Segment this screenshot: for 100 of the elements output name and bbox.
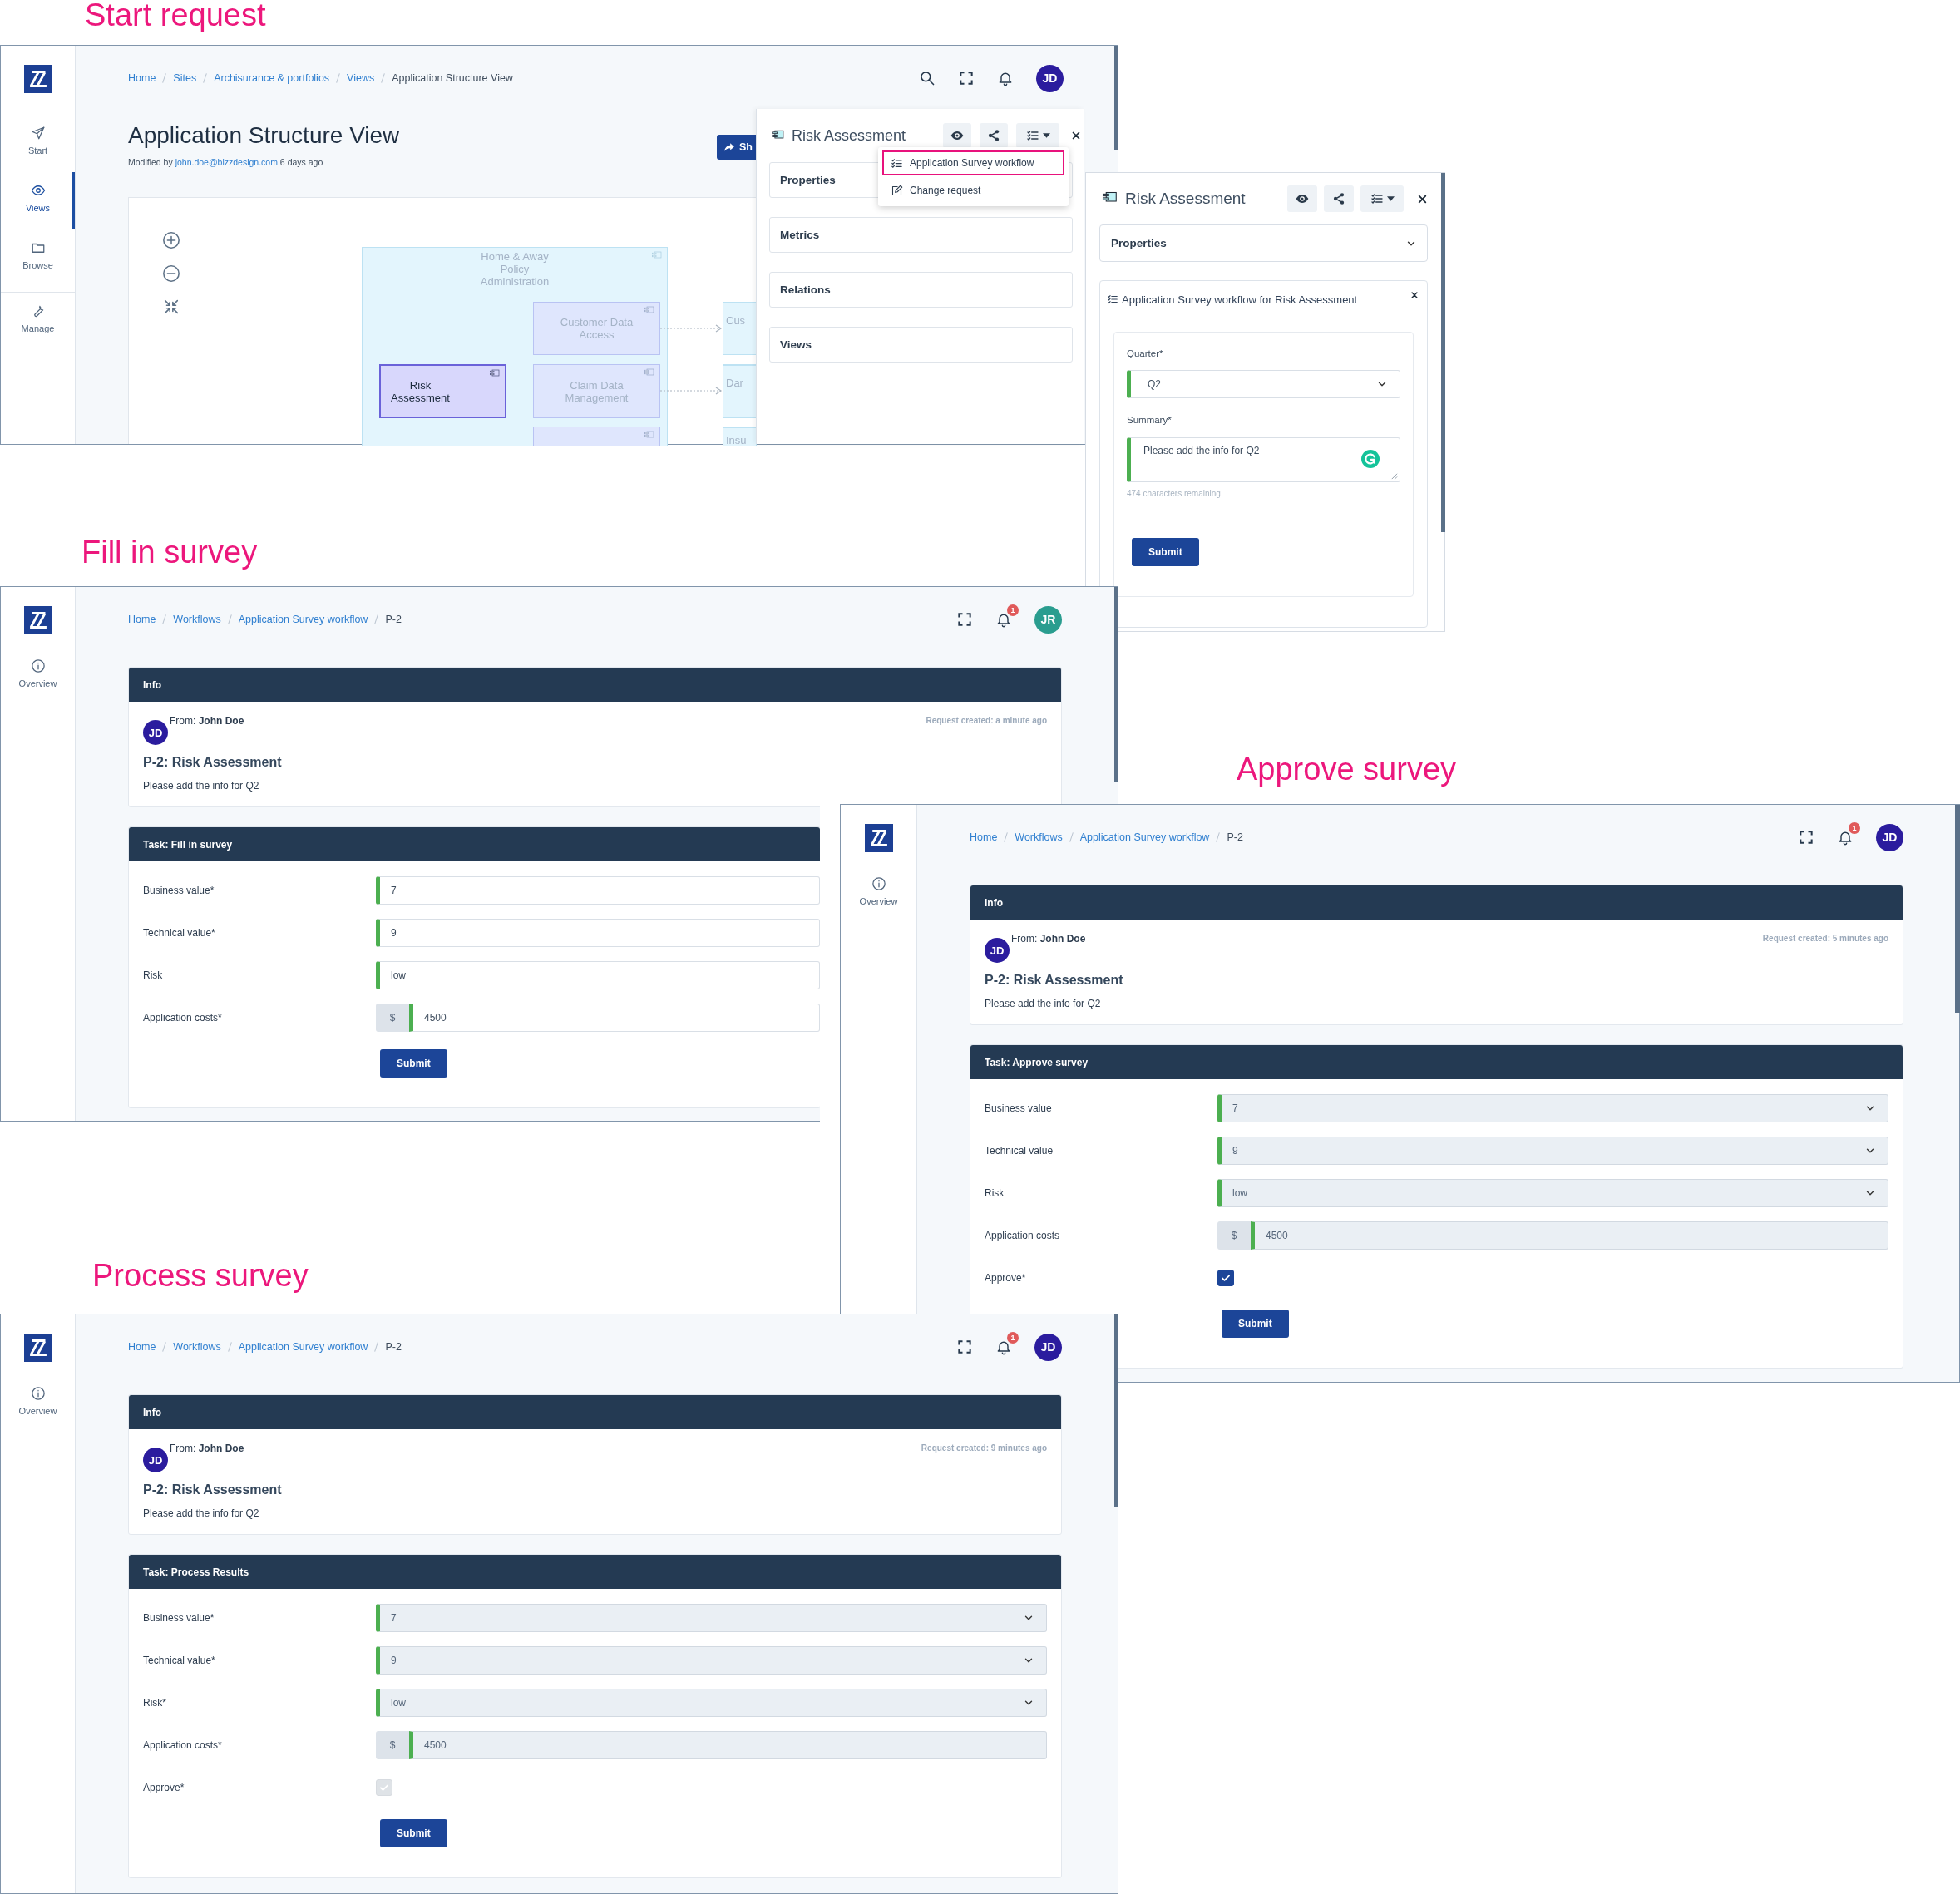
field-label: Quarter* [1127, 348, 1164, 360]
menu-item[interactable]: Change request [882, 178, 1064, 203]
component-icon [650, 251, 663, 261]
card-header: Task: Process Results [129, 1555, 1061, 1589]
modified-text: Modified by john.doe@bizzdesign.com 6 days ago [128, 156, 324, 168]
search-icon[interactable] [919, 70, 936, 86]
view-button[interactable] [943, 123, 971, 148]
sender-avatar: JD [985, 938, 1010, 963]
share-button[interactable] [1324, 185, 1354, 212]
breadcrumb-link[interactable]: Workflows [173, 1341, 221, 1353]
menu-item[interactable]: Application Survey workflow [882, 150, 1064, 175]
card-header: Info [970, 885, 1903, 920]
card-header: Task: Approve survey [970, 1045, 1903, 1079]
input-field[interactable]: 7 [376, 876, 820, 905]
grammar-check-icon[interactable] [1361, 450, 1380, 468]
caret-icon [1042, 133, 1050, 138]
section-header[interactable]: Relations [769, 272, 1073, 308]
breadcrumb-link[interactable]: Views [347, 72, 375, 84]
input-field[interactable]: 4500 [409, 1004, 820, 1032]
breadcrumb-link[interactable]: Application Survey workflow [238, 1341, 368, 1353]
sidebar-item[interactable]: Start [1, 115, 75, 172]
accordion-header[interactable]: Properties [1099, 224, 1428, 262]
diagram-node[interactable]: Risk Assessment [379, 364, 506, 418]
currency-addon: $ [376, 1731, 409, 1759]
author-link[interactable]: john.doe@bizzdesign.com [175, 157, 278, 167]
field-label: Risk* [143, 1697, 167, 1709]
breadcrumb-link[interactable]: Home [970, 831, 998, 843]
close-icon[interactable] [1410, 291, 1419, 299]
share-button[interactable] [980, 123, 1008, 148]
sidebar-item[interactable]: Overview [841, 873, 916, 910]
sidebar-item[interactable]: Manage [1, 293, 75, 350]
breadcrumb-link[interactable]: Application Survey workflow [238, 614, 368, 625]
panel-title: Risk Assessment [792, 126, 907, 145]
logo-icon[interactable] [864, 824, 893, 852]
fit-view-icon[interactable] [162, 298, 180, 316]
component-icon [643, 368, 655, 378]
text-area[interactable]: Please add the info for Q2 [1127, 437, 1400, 482]
request-title: P-2: Risk Assessment [143, 1482, 283, 1498]
dropdown-field[interactable]: Q2 [1127, 370, 1400, 398]
section-header[interactable]: Views [769, 327, 1073, 363]
checkbox[interactable] [1217, 1270, 1234, 1286]
logo-icon[interactable] [23, 606, 52, 634]
input-field[interactable]: low [376, 961, 820, 989]
node-label: Insu [726, 434, 747, 446]
breadcrumb-link[interactable]: Workflows [1015, 831, 1063, 843]
character-count: 474 characters remaining [1127, 489, 1222, 499]
breadcrumb-link[interactable]: Workflows [173, 614, 221, 625]
scrollbar-thumb[interactable] [1441, 173, 1445, 532]
breadcrumb-link[interactable]: Application Survey workflow [1079, 831, 1210, 843]
close-icon[interactable] [1071, 131, 1081, 141]
breadcrumb-link[interactable]: Home [128, 614, 156, 625]
fullscreen-icon[interactable] [956, 1339, 973, 1355]
notification-badge: 1 [1007, 1332, 1019, 1344]
fullscreen-icon[interactable] [1798, 829, 1814, 846]
notification-badge: 1 [1849, 822, 1860, 834]
breadcrumb-link[interactable]: Home [128, 1341, 156, 1353]
close-icon[interactable] [1417, 193, 1428, 205]
user-avatar[interactable]: JD [1876, 823, 1903, 851]
checklist-icon [891, 156, 903, 170]
workflow-menu-button[interactable] [1360, 185, 1404, 212]
send-icon [30, 126, 46, 141]
breadcrumb-link[interactable]: Sites [173, 72, 197, 84]
submit-button[interactable]: Submit [1132, 538, 1199, 566]
checklist-icon [1107, 293, 1118, 305]
user-avatar[interactable]: JD [1036, 64, 1064, 92]
share-button[interactable]: Sh [717, 135, 757, 160]
sidebar-item[interactable]: Browse [1, 229, 75, 287]
logo-icon[interactable] [23, 1334, 52, 1362]
sidebar-item[interactable]: Overview [1, 655, 75, 693]
info-icon [30, 658, 46, 673]
workflow-menu-button[interactable] [1016, 123, 1059, 148]
sidebar-item[interactable]: Overview [1, 1383, 75, 1420]
submit-button[interactable]: Submit [1222, 1310, 1289, 1338]
breadcrumb-link[interactable]: Archisurance & portfolios [214, 72, 330, 84]
user-avatar[interactable]: JR [1034, 605, 1062, 634]
created-time: Request created: a minute ago [926, 715, 1047, 727]
field-label: Technical value* [143, 1655, 216, 1666]
scrollbar-thumb[interactable] [1114, 587, 1118, 782]
zoom-in-icon[interactable] [162, 231, 180, 249]
field-label: Approve* [985, 1272, 1027, 1284]
scrollbar-thumb[interactable] [1955, 805, 1960, 1013]
submit-button[interactable]: Submit [380, 1049, 447, 1078]
view-button[interactable] [1287, 185, 1317, 212]
submit-button[interactable]: Submit [380, 1819, 447, 1847]
breadcrumb-link[interactable]: Home [128, 72, 156, 84]
resize-handle-icon[interactable] [1390, 472, 1398, 480]
logo-icon[interactable] [23, 65, 52, 93]
fullscreen-icon[interactable] [958, 70, 975, 86]
diagram-node[interactable] [533, 427, 660, 446]
user-avatar[interactable]: JD [1034, 1333, 1062, 1361]
input-field[interactable]: 9 [376, 919, 820, 947]
scrollbar-thumb[interactable] [1114, 1314, 1118, 1507]
fullscreen-icon[interactable] [956, 611, 973, 628]
scrollbar-thumb[interactable] [1114, 46, 1118, 150]
node-label: Risk Assessment [390, 378, 451, 404]
section-header[interactable]: Metrics [769, 217, 1073, 253]
zoom-out-icon[interactable] [162, 264, 180, 283]
sidebar-item[interactable]: Views [1, 172, 75, 229]
form-title: Application Survey workflow for Risk Assessment [1122, 293, 1359, 306]
checklist-icon [1370, 192, 1384, 205]
